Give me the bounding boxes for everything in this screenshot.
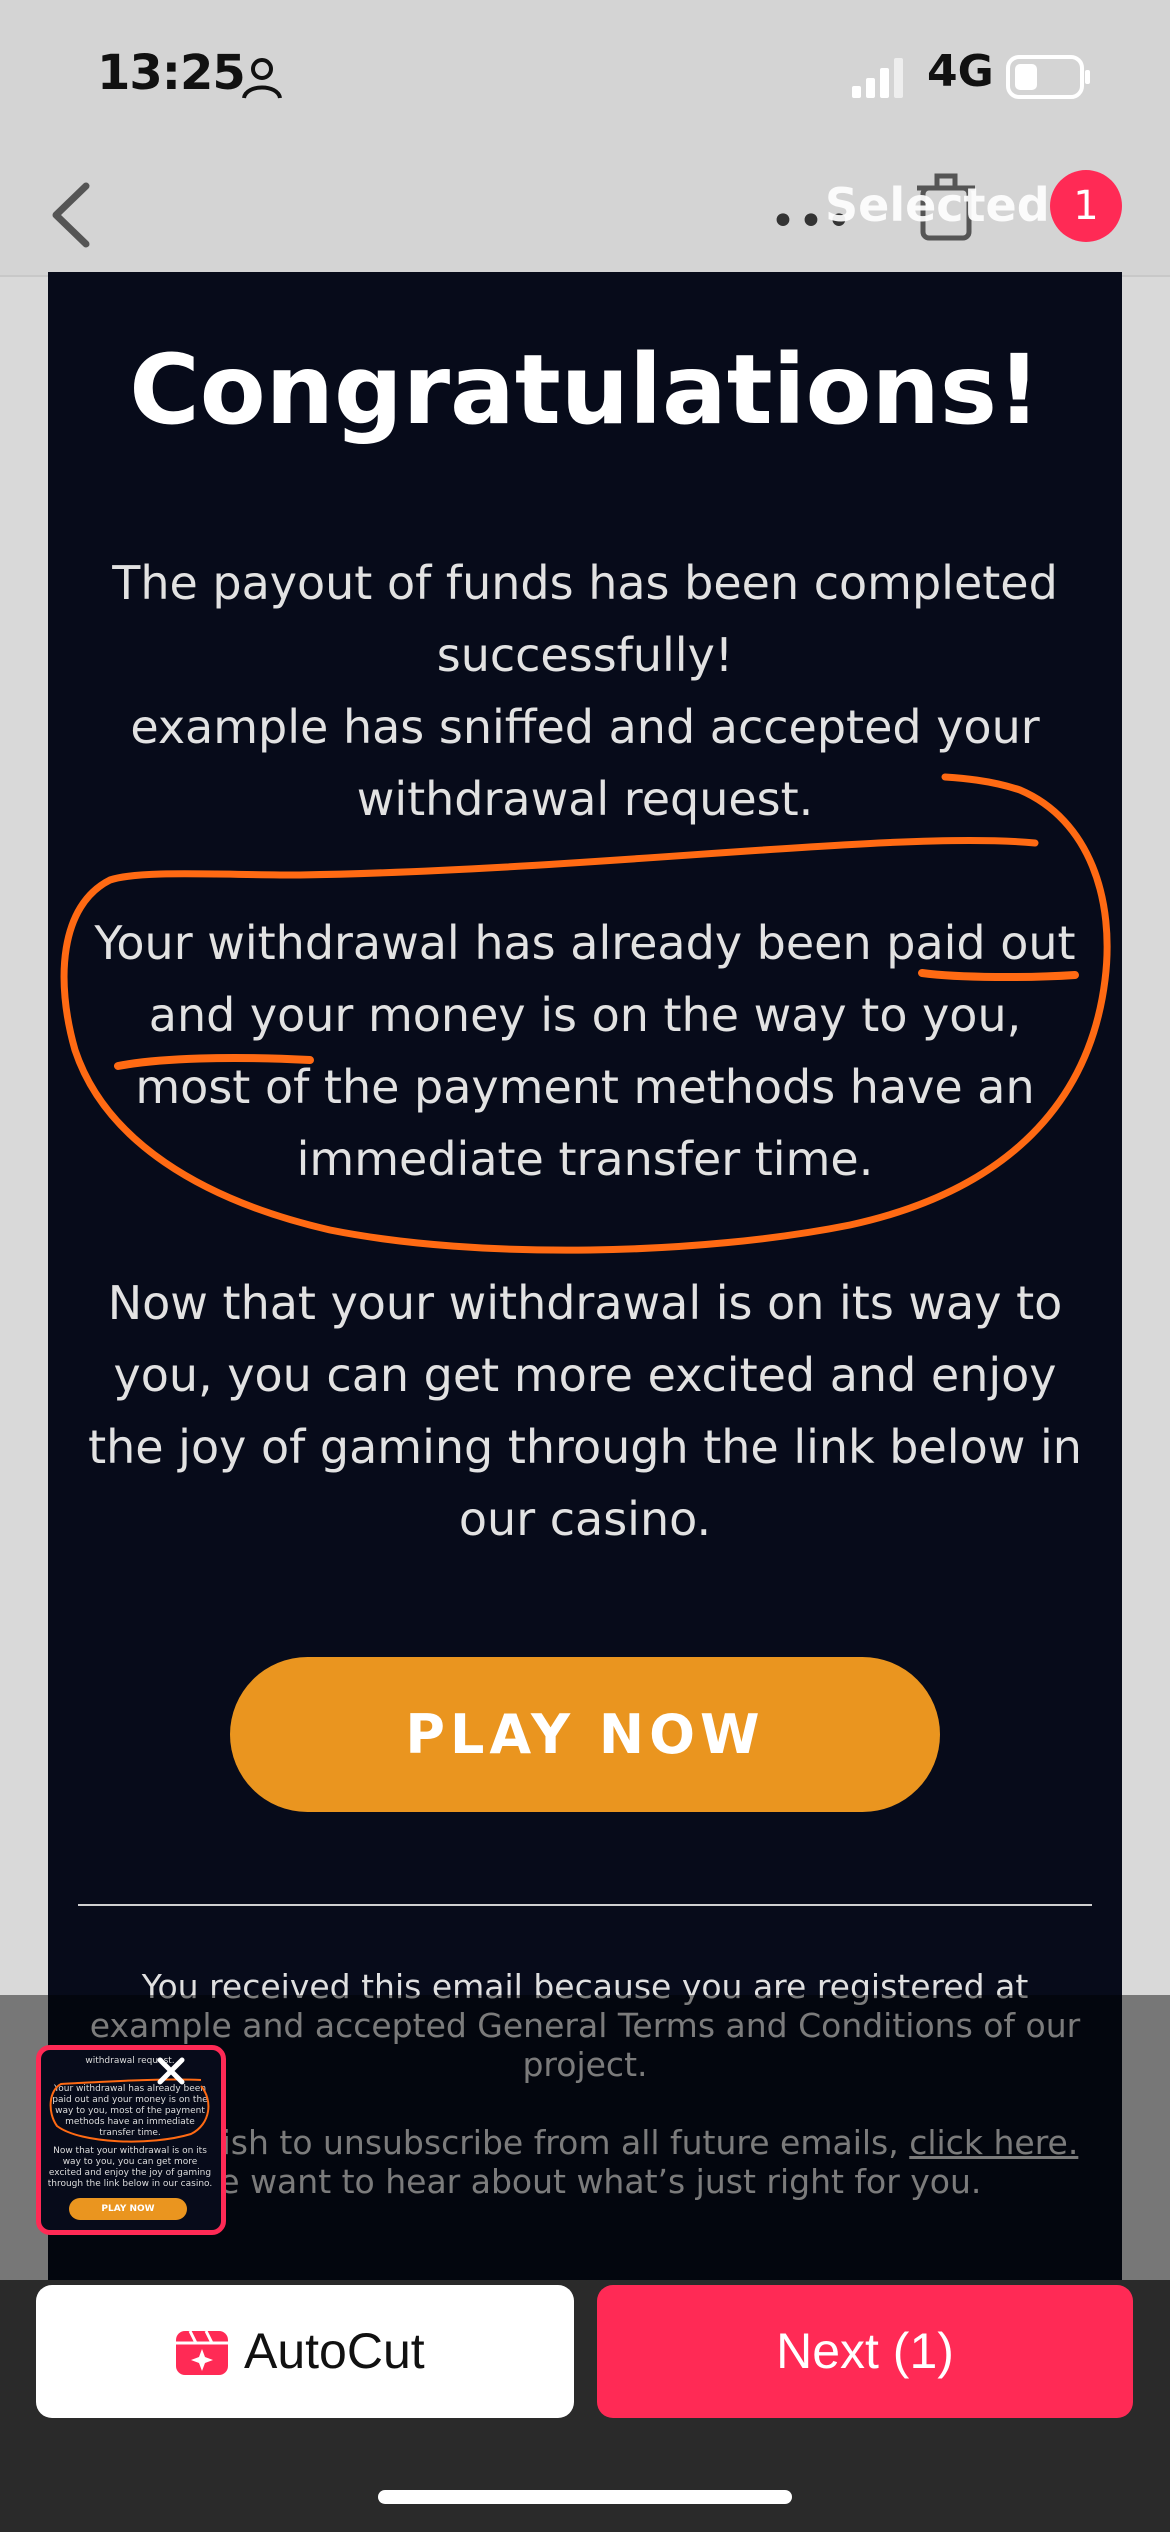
divider: [78, 1904, 1092, 1906]
selected-thumbnail[interactable]: withdrawal request. Your withdrawal has …: [36, 2045, 226, 2235]
thumbnail-annotation: [49, 2078, 210, 2143]
autocut-button[interactable]: AutoCut: [36, 2285, 574, 2418]
close-icon[interactable]: [148, 2048, 194, 2094]
next-button[interactable]: Next (1): [597, 2285, 1133, 2418]
play-now-button[interactable]: PLAY NOW: [230, 1657, 940, 1812]
home-indicator: [378, 2490, 792, 2504]
autocut-icon: [176, 2330, 228, 2375]
orange-circle-annotation: [60, 773, 1111, 1254]
autocut-label: AutoCut: [244, 2323, 425, 2379]
